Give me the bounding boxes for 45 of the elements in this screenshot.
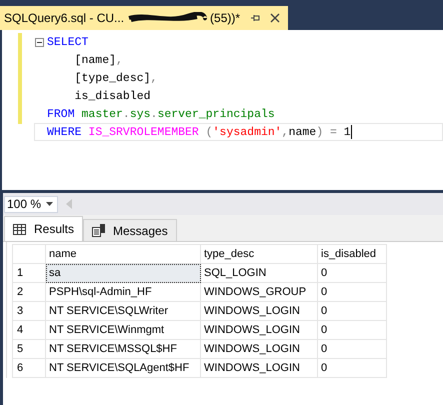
table-cell: WINDOWS_LOGIN (200, 320, 318, 340)
table-cell: WINDOWS_LOGIN (200, 340, 318, 358)
code-line: WHERE IS_SRVROLEMEMBER ('sysadmin',name) = 1 (47, 126, 351, 138)
row-number: 4 (12, 320, 46, 340)
code-line: FROM master.sys.server_principals (47, 108, 275, 120)
table-cell: 0 (318, 358, 386, 378)
table-cell: 0 (318, 264, 386, 282)
code-line: [type_desc], (74, 72, 158, 84)
table-cell: NT SERVICE\MSSQL$HF (46, 340, 200, 358)
caret-icon (46, 202, 53, 206)
table-cell: 0 (318, 340, 386, 358)
table-cell: 0 (318, 282, 386, 302)
grid-icon (13, 224, 26, 234)
table-cell: 0 (318, 302, 386, 320)
results-tab[interactable]: Messages (83, 219, 177, 241)
document-title: (55))* (210, 11, 240, 25)
row-number: 2 (12, 282, 46, 302)
header-cell (12, 244, 46, 264)
collapse-icon[interactable] (35, 38, 44, 46)
document-title: SQLQuery6.sql - CU... (4, 11, 124, 25)
table-cell: WINDOWS_LOGIN (200, 302, 318, 320)
table-cell: PSPH\sql-Admin_HF (46, 282, 200, 302)
code-line: is_disabled (74, 90, 151, 102)
document-tab[interactable]: SQLQuery6.sql - CU... (55))* (0, 6, 288, 30)
zoom-dropdown[interactable]: 100 % (4, 196, 58, 212)
code-line: SELECT (47, 36, 88, 48)
table-cell: 0 (318, 320, 386, 340)
table-cell: NT SERVICE\SQLWriter (46, 302, 200, 320)
table-cell: WINDOWS_GROUP (200, 282, 318, 302)
table-cell: NT SERVICE\Winmgmt (46, 320, 200, 340)
close-icon[interactable] (270, 13, 280, 23)
row-number: 5 (12, 340, 46, 358)
code-line: [name], (74, 54, 123, 66)
table-cell: WINDOWS_LOGIN (200, 358, 318, 378)
pin-icon[interactable] (250, 13, 260, 23)
results-tab[interactable]: Results (4, 216, 84, 241)
table-cell: SQL_LOGIN (200, 264, 318, 282)
table-cell: NT SERVICE\SQLAgent$HF (46, 358, 200, 378)
row-number: 3 (12, 302, 46, 320)
table-cell: sa (46, 264, 200, 282)
messages-icon (92, 224, 106, 237)
row-number: 6 (12, 358, 46, 378)
column-header[interactable]: is_disabled (318, 244, 386, 264)
column-header[interactable]: type_desc (200, 244, 318, 264)
column-header[interactable]: name (46, 244, 200, 264)
